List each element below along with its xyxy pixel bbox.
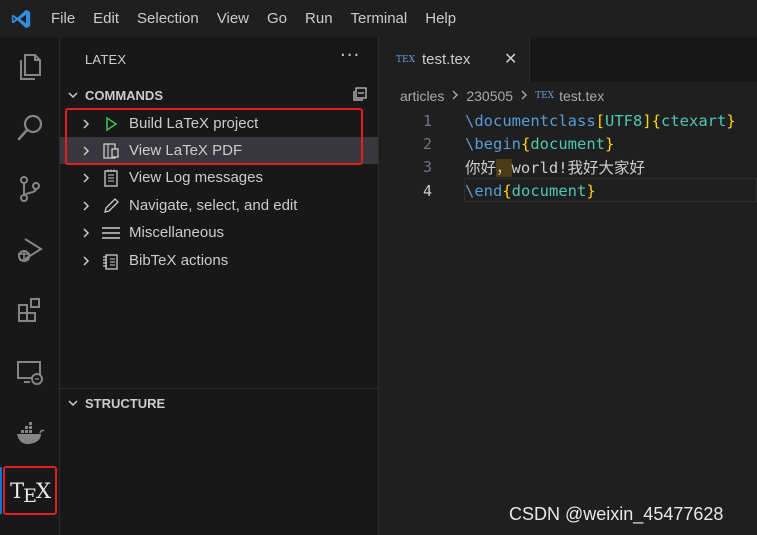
tab-label: test.tex <box>421 51 471 68</box>
structure-section-header[interactable]: STRUCTURE <box>60 392 378 414</box>
menu-terminal[interactable]: Terminal <box>342 0 417 37</box>
source-control-icon[interactable] <box>0 159 60 219</box>
code-text: 你好，world!我好大家好 <box>465 158 646 177</box>
menu-help[interactable]: Help <box>416 0 465 37</box>
line-number: 2 <box>422 134 432 153</box>
command-view-log-messages[interactable]: View Log messages <box>60 164 378 191</box>
pencil-icon <box>100 197 122 215</box>
vscode-logo-icon <box>0 0 42 37</box>
command-miscellaneous[interactable]: Miscellaneous <box>60 219 378 246</box>
code-editor[interactable]: 1 \documentclass[UTF8]{ctexart} 2 \begin… <box>380 109 757 535</box>
chevron-right-icon <box>73 227 98 239</box>
chevron-right-icon <box>73 255 98 267</box>
tex-logo-icon: TEX <box>10 478 51 507</box>
annotation-highlight-box <box>65 108 363 165</box>
watermark: CSDN @weixin_45477628 <box>509 504 724 524</box>
notebook-icon <box>100 169 122 187</box>
section-divider <box>60 388 378 389</box>
unicode-highlight: ， <box>496 158 512 177</box>
line-number: 3 <box>422 157 432 176</box>
extensions-icon[interactable] <box>0 281 60 341</box>
collapse-all-icon[interactable] <box>351 87 367 106</box>
menu-edit[interactable]: Edit <box>84 0 128 37</box>
tex-file-icon: TEX <box>396 54 415 65</box>
command-label: Miscellaneous <box>129 224 225 241</box>
docker-icon[interactable] <box>0 403 60 463</box>
sidebar-title: LATEX <box>85 52 127 67</box>
chevron-right-icon <box>520 88 528 104</box>
line-number: 1 <box>422 111 432 130</box>
menu-run[interactable]: Run <box>296 0 342 37</box>
command-navigate-select-edit[interactable]: Navigate, select, and edit <box>60 192 378 219</box>
activity-bar: TEX <box>0 37 60 535</box>
more-actions-icon[interactable]: ··· <box>340 45 360 66</box>
menu-go[interactable]: Go <box>258 0 296 37</box>
chevron-down-icon <box>60 89 85 101</box>
commands-section-label: COMMANDS <box>85 87 163 103</box>
title-bar: File Edit Selection View Go Run Terminal… <box>0 0 757 37</box>
code-text: \begin{document} <box>465 134 615 153</box>
chevron-down-icon <box>60 397 85 409</box>
tex-icon[interactable]: TEX <box>3 466 57 515</box>
command-label: BibTeX actions <box>129 252 229 269</box>
code-text: \end{document} <box>465 181 596 200</box>
search-icon[interactable] <box>0 98 60 158</box>
structure-section-label: STRUCTURE <box>85 395 166 411</box>
chevron-right-icon <box>451 88 459 104</box>
bibtex-icon <box>100 252 122 270</box>
chevron-right-icon <box>73 172 98 184</box>
active-view-indicator <box>0 467 2 514</box>
command-label: View Log messages <box>129 169 263 186</box>
breadcrumb-file[interactable]: test.tex <box>559 88 604 104</box>
command-label: Navigate, select, and edit <box>129 197 298 214</box>
breadcrumb: articles 230505 TEX test.tex <box>380 82 757 109</box>
command-bibtex-actions[interactable]: BibTeX actions <box>60 247 378 274</box>
editor-tab-bar: TEX test.tex ✕ <box>380 37 757 82</box>
close-icon[interactable]: ✕ <box>504 49 517 68</box>
breadcrumb-folder-articles[interactable]: articles <box>400 88 444 104</box>
code-line: 1 \documentclass[UTF8]{ctexart} <box>380 109 757 132</box>
menu-file[interactable]: File <box>42 0 84 37</box>
menu-view[interactable]: View <box>208 0 258 37</box>
files-icon[interactable] <box>0 37 60 97</box>
code-text: \documentclass[UTF8]{ctexart} <box>465 111 736 130</box>
chevron-right-icon <box>73 200 98 212</box>
tex-file-icon: TEX <box>535 90 555 101</box>
code-line: 3 你好，world!我好大家好 <box>380 155 757 178</box>
remote-explorer-icon[interactable] <box>0 342 60 402</box>
tab-test-tex[interactable]: TEX test.tex ✕ <box>380 37 530 82</box>
line-number: 4 <box>422 181 432 200</box>
menu-lines-icon <box>100 225 122 241</box>
code-line: 4 \end{document} <box>380 179 757 202</box>
commands-section-header[interactable]: COMMANDS <box>60 84 378 106</box>
menu-bar: File Edit Selection View Go Run Terminal… <box>42 0 465 37</box>
menu-selection[interactable]: Selection <box>128 0 208 37</box>
code-line: 2 \begin{document} <box>380 132 757 155</box>
breadcrumb-folder-230505[interactable]: 230505 <box>466 88 513 104</box>
run-debug-icon[interactable] <box>0 220 60 280</box>
